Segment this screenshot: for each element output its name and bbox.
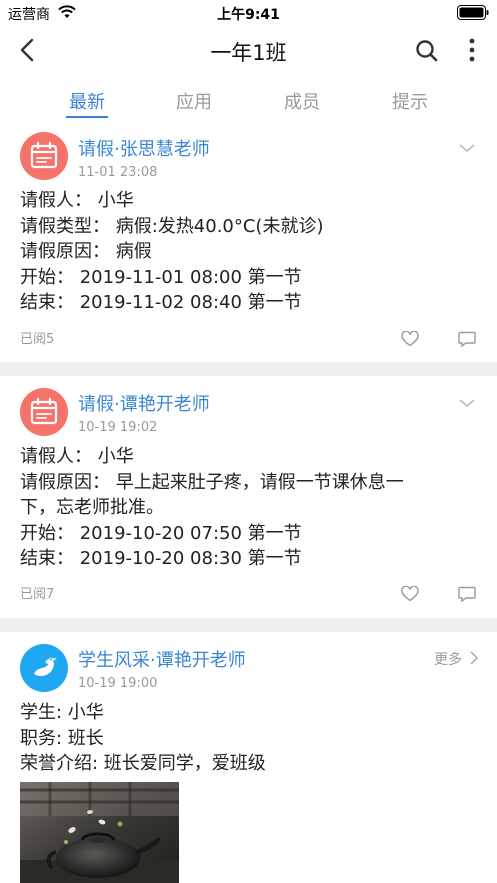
post-title[interactable]: 学生风采·谭艳开老师: [78, 646, 246, 672]
post-line: 开始： 2019-11-01 08:00 第一节: [20, 266, 302, 288]
bird-icon: [34, 657, 57, 676]
leave-avatar: [20, 388, 68, 436]
leave-avatar: [20, 132, 68, 180]
comment-icon[interactable]: [458, 331, 476, 347]
tab-tips[interactable]: 提示: [370, 88, 450, 114]
search-icon[interactable]: [414, 38, 440, 64]
post-line: 学生: 小华: [20, 702, 104, 723]
post-body: 请假人： 小华 请假类型： 病假:发热40.0°C(未就诊) 请假原因： 病假 …: [20, 188, 460, 316]
teapot-photo-image: [20, 782, 179, 883]
card-separator: [0, 618, 497, 632]
more-vertical-icon[interactable]: [462, 36, 482, 66]
post-line: 请假人： 小华: [20, 446, 134, 467]
more-link[interactable]: 更多: [434, 649, 462, 669]
tab-latest[interactable]: 最新: [47, 88, 127, 114]
post-line: 请假原因： 病假: [20, 241, 152, 262]
tab-members[interactable]: 成员: [262, 88, 342, 114]
post-line: 请假原因： 早上起来肚子疼，请假一节课休息一: [20, 471, 404, 493]
post-line: 结束： 2019-11-02 08:40 第一节: [20, 292, 302, 313]
post-line: 请假人： 小华: [20, 190, 134, 211]
chevron-right-icon[interactable]: [469, 650, 479, 666]
post-time: 10-19 19:00: [78, 676, 158, 691]
post-line: 下，忘老师批准。: [20, 497, 164, 518]
post-time: 10-19 19:02: [78, 420, 158, 435]
post-line: 开始： 2019-10-20 07:50 第一节: [20, 522, 302, 544]
post-body: 学生: 小华 职务: 班长 荣誉介绍: 班长爱同学，爱班级: [20, 700, 460, 777]
post-line: 职务: 班长: [20, 727, 104, 749]
comment-icon[interactable]: [458, 586, 476, 602]
read-count[interactable]: 已阅5: [20, 328, 54, 347]
tab-apps[interactable]: 应用: [154, 88, 234, 114]
post-line: 请假类型： 病假:发热40.0°C(未就诊): [20, 215, 324, 237]
feed-card[interactable]: 请假·张思慧老师 11-01 23:08 请假人： 小华 请假类型： 病假:发热…: [0, 124, 497, 362]
card-separator: [0, 362, 497, 376]
chevron-down-icon[interactable]: [458, 142, 476, 154]
post-title[interactable]: 请假·张思慧老师: [78, 135, 210, 161]
post-time: 11-01 23:08: [78, 165, 158, 180]
post-photo[interactable]: [20, 782, 179, 883]
calendar-icon: [30, 141, 58, 169]
heart-icon[interactable]: [401, 331, 419, 347]
tab-bar: 最新 应用 成员 提示: [0, 80, 497, 124]
post-body: 请假人： 小华 请假原因： 早上起来肚子疼，请假一节课休息一 下，忘老师批准。 …: [20, 444, 460, 572]
status-bar: 运营商 上午9:41: [0, 0, 497, 26]
battery-icon: [457, 5, 489, 20]
heart-icon[interactable]: [401, 586, 419, 602]
post-title[interactable]: 请假·谭艳开老师: [78, 390, 210, 416]
student-style-avatar: [20, 644, 68, 692]
clock-time: 上午9:41: [217, 7, 280, 23]
post-line: 荣誉介绍: 班长爱同学，爱班级: [20, 753, 266, 774]
chevron-down-icon[interactable]: [458, 397, 476, 409]
active-tab-indicator: [66, 116, 108, 118]
calendar-icon: [30, 397, 58, 425]
nav-bar: 一年1班: [0, 26, 497, 76]
feed-card[interactable]: 请假·谭艳开老师 10-19 19:02 请假人： 小华 请假原因： 早上起来肚…: [0, 376, 497, 618]
post-line: 结束： 2019-10-20 08:30 第一节: [20, 548, 302, 569]
read-count[interactable]: 已阅7: [20, 583, 54, 602]
